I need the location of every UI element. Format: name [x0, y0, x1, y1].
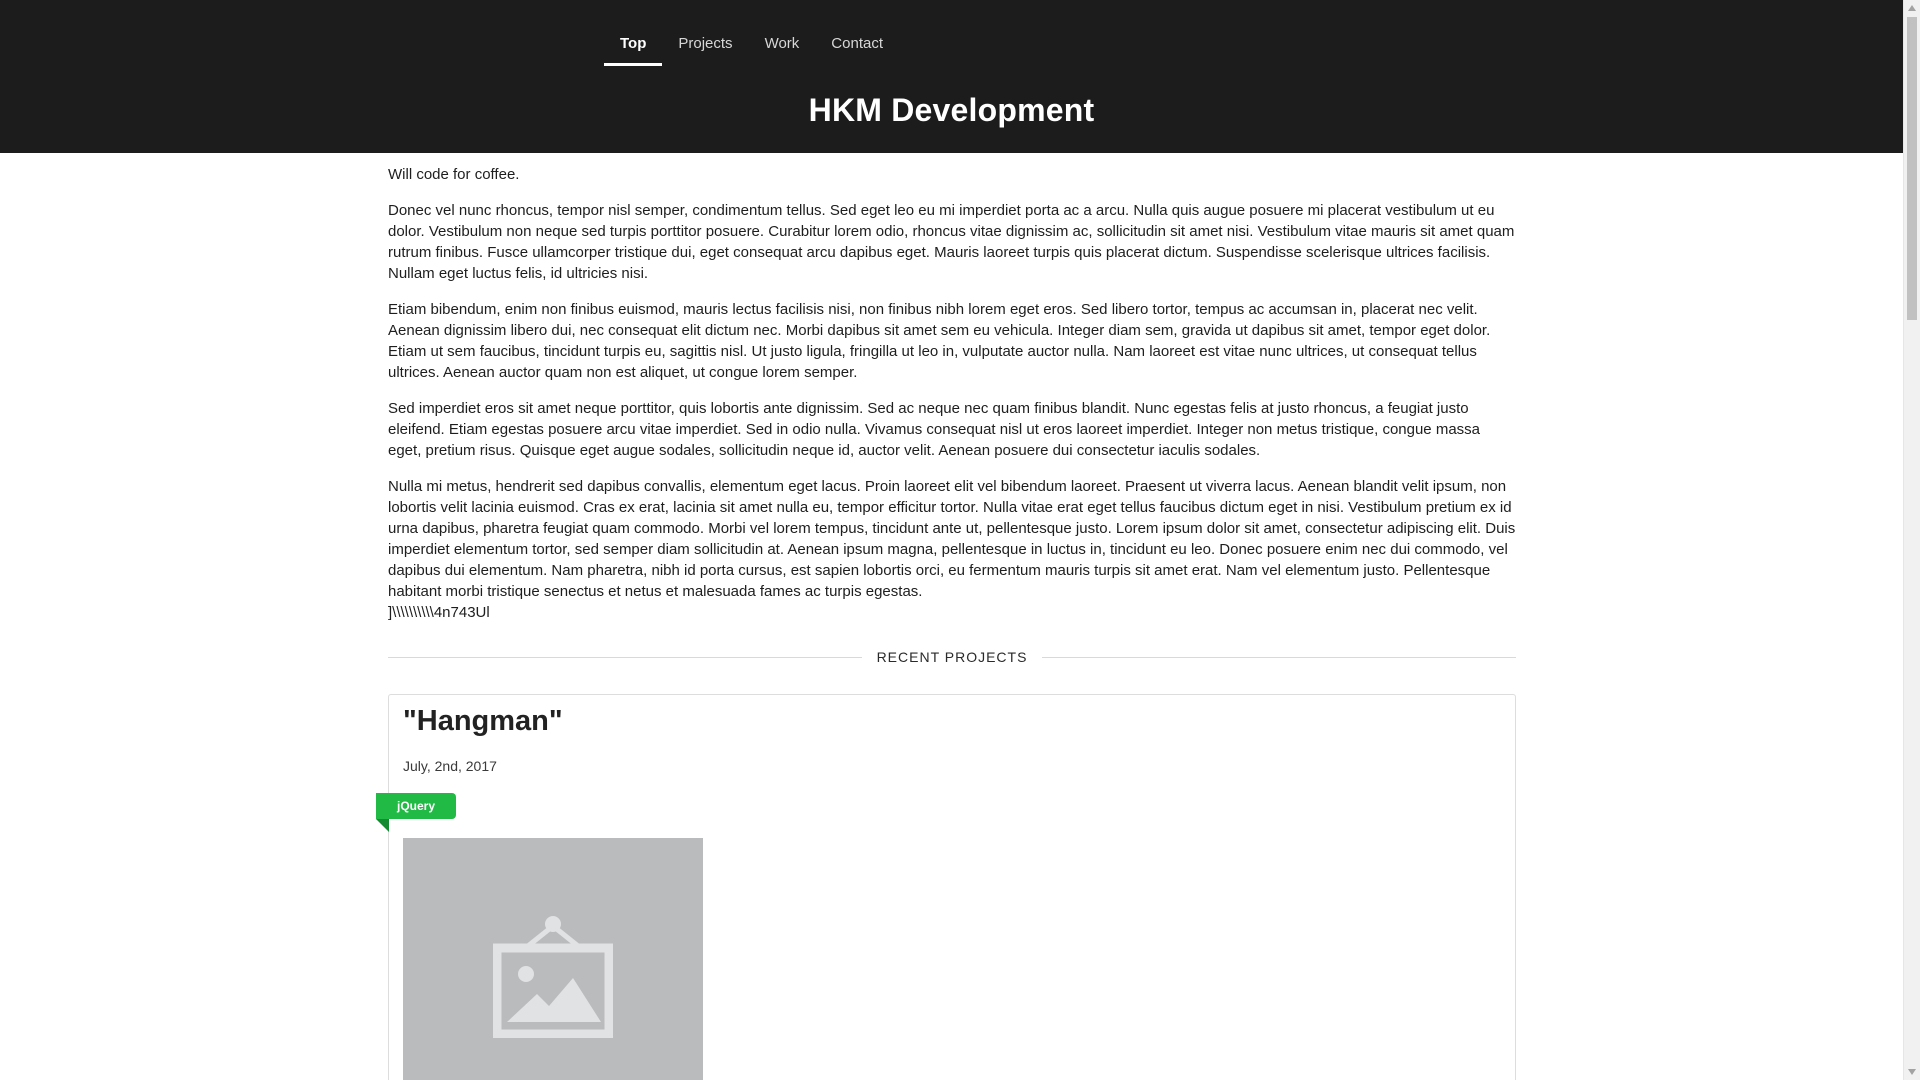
tagline: Will code for coffee. — [388, 166, 520, 183]
scrollbar-thumb[interactable] — [1907, 17, 1917, 320]
site-title: HKM Development — [808, 92, 1095, 128]
divider-line-left — [388, 656, 862, 658]
image-placeholder-icon — [493, 916, 613, 1038]
nav-item-projects[interactable]: Projects — [662, 24, 748, 66]
divider-line-right — [1042, 656, 1516, 658]
project-date: July, 2nd, 2017 — [403, 758, 497, 774]
nav-item-top[interactable]: Top — [604, 24, 663, 66]
main-content: Will code for coffee. Donec vel nunc rho… — [376, 164, 1516, 1080]
project-card[interactable]: "Hangman" July, 2nd, 2017 jQuery — [376, 694, 1516, 1080]
nav-item-contact[interactable]: Contact — [815, 24, 899, 66]
intro-paragraph-4-tail: ]\\\\\\\\\\4n743Ul — [388, 604, 490, 621]
nav-item-work[interactable]: Work — [749, 24, 816, 66]
scroll-down-arrow-icon[interactable] — [1904, 1064, 1920, 1080]
recent-projects-divider: RECENT PROJECTS — [388, 647, 1516, 667]
page-scrollbar[interactable] — [1903, 0, 1920, 1080]
intro-paragraph-1: Donec vel nunc rhoncus, tempor nisl semp… — [388, 202, 1515, 282]
intro-paragraph-3: Sed imperdiet eros sit amet neque portti… — [388, 400, 1480, 459]
project-title[interactable]: "Hangman" — [403, 705, 563, 738]
scroll-up-arrow-icon[interactable] — [1904, 0, 1920, 16]
page: Top Projects Work Contact HKM Developmen… — [0, 0, 1920, 1080]
intro-paragraph-4: Nulla mi metus, hendrerit sed dapibus co… — [388, 476, 1516, 623]
project-thumbnail[interactable] — [403, 838, 703, 1080]
browser-viewport: Top Projects Work Contact HKM Developmen… — [0, 0, 1903, 1080]
recent-projects-heading: RECENT PROJECTS — [876, 649, 1028, 665]
intro-paragraph-4-body: Nulla mi metus, hendrerit sed dapibus co… — [388, 478, 1516, 600]
intro-paragraph-2: Etiam bibendum, enim non finibus euismod… — [388, 301, 1491, 381]
project-tag-ribbon[interactable]: jQuery — [376, 793, 456, 832]
main-nav: Top Projects Work Contact — [604, 24, 899, 66]
site-header: Top Projects Work Contact HKM Developmen… — [0, 0, 1903, 153]
